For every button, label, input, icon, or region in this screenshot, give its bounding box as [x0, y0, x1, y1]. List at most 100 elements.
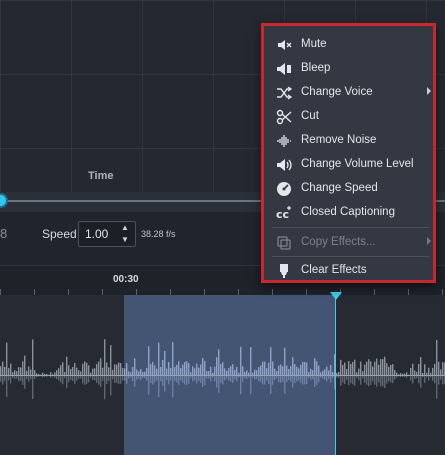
speed-decrement-icon[interactable]: ▼	[118, 234, 132, 245]
waveform-bar	[190, 372, 192, 375]
playhead-line[interactable]	[335, 297, 336, 455]
waveform-bar	[152, 361, 154, 375]
waveform-bar	[128, 371, 130, 375]
waveform-bar	[12, 376, 14, 378]
waveform-bar	[316, 376, 318, 385]
waveform-bar	[54, 372, 56, 375]
speed-value[interactable]: 1.00	[85, 227, 108, 241]
waveform-bar	[394, 376, 396, 380]
waveform-bar	[310, 376, 312, 380]
waveform-bar	[60, 376, 62, 383]
waveform-bar	[374, 376, 376, 385]
menu-item-clear-effects[interactable]: Clear Effects	[264, 259, 433, 283]
waveform-bar	[380, 376, 382, 387]
waveform-bar	[104, 376, 106, 400]
waveform-bar	[138, 371, 140, 375]
waveform-bar	[222, 376, 224, 385]
waveform-bar	[352, 376, 354, 385]
waveform-bar	[122, 376, 124, 381]
waveform-bar	[114, 364, 116, 375]
menu-item-change-volume[interactable]: Change Volume Level	[264, 153, 433, 177]
waveform-bar	[56, 376, 58, 380]
menu-item-closed-captioning[interactable]: cc Closed Captioning	[264, 201, 433, 225]
waveform-bar	[280, 376, 282, 383]
waveform-bar	[362, 371, 364, 375]
waveform-bar	[24, 355, 26, 375]
menu-item-change-voice[interactable]: Change Voice	[264, 81, 433, 105]
waveform-bar	[212, 372, 214, 375]
menu-item-mute[interactable]: Mute	[264, 33, 433, 57]
playhead-marker-icon[interactable]	[330, 292, 342, 300]
waveform-bar	[306, 376, 308, 385]
speaker-volume-icon	[277, 159, 292, 171]
waveform-bar	[2, 376, 4, 385]
waveform-bar	[344, 362, 346, 375]
waveform-bar	[210, 366, 212, 375]
waveform-bar	[372, 366, 374, 375]
waveform-bar	[350, 376, 352, 384]
waveform-bar	[194, 368, 196, 375]
waveform-bar	[18, 367, 20, 375]
waveform-bar	[192, 366, 194, 375]
waveform-bar	[160, 376, 162, 382]
waveform-bar	[82, 363, 84, 375]
waveform-bar	[74, 362, 76, 375]
waveform-bar	[370, 376, 372, 385]
menu-item-remove-noise[interactable]: Remove Noise	[264, 129, 433, 153]
waveform-bar	[184, 362, 186, 375]
waveform-bar	[236, 376, 238, 382]
waveform-bar	[382, 376, 384, 387]
speaker-mute-icon	[278, 40, 292, 50]
waveform-bar	[436, 340, 438, 375]
speed-increment-icon[interactable]: ▲	[118, 222, 132, 233]
waveform-bar	[42, 376, 44, 378]
waveform-bar	[76, 376, 78, 381]
waveform-bar	[294, 364, 296, 375]
waveform-bar	[16, 376, 18, 379]
submenu-arrow-icon	[427, 87, 431, 95]
noise-wave-icon	[277, 135, 291, 147]
waveform-bar	[376, 358, 378, 375]
waveform-bar	[182, 364, 184, 375]
waveform-bar	[168, 362, 170, 375]
waveform-bar	[188, 376, 190, 384]
waveform-bar	[166, 368, 168, 375]
waveform-bar	[432, 376, 434, 381]
waveform-bar	[142, 376, 144, 378]
waveform-bar	[346, 376, 348, 380]
waveform-bar	[228, 367, 230, 375]
waveform-bar	[356, 372, 358, 375]
waveform-bar	[200, 364, 202, 375]
waveform-bar	[258, 376, 260, 382]
menu-item-change-speed[interactable]: Change Speed	[264, 177, 433, 201]
waveform-bar	[354, 359, 356, 375]
waveform-bar	[406, 372, 408, 375]
waveform-bar	[234, 369, 236, 375]
waveform-bar	[278, 365, 280, 375]
waveform-bar	[348, 376, 350, 386]
waveform-bar	[114, 376, 116, 383]
waveform-bar	[46, 373, 48, 375]
waveform-bar	[380, 359, 382, 375]
waveform-bar	[194, 376, 196, 381]
menu-item-cut[interactable]: Cut	[264, 105, 433, 129]
waveform-bar	[302, 361, 304, 375]
waveform-bar	[10, 363, 12, 375]
cc-icon: cc	[276, 206, 291, 221]
waveform-bar	[356, 376, 358, 378]
waveform-bar	[262, 376, 264, 385]
waveform-bar	[66, 356, 68, 375]
waveform-bar	[332, 371, 334, 375]
waveform-bar	[358, 368, 360, 375]
waveform-bar	[208, 376, 210, 379]
waveform-bar	[132, 367, 134, 375]
waveform-bar	[252, 376, 254, 378]
waveform-bar	[438, 376, 440, 385]
waveform-bar	[312, 376, 314, 380]
waveform-bar	[8, 376, 10, 381]
menu-item-bleep[interactable]: Bleep	[264, 57, 433, 81]
waveform-bar	[98, 361, 100, 375]
waveform-bar	[388, 376, 390, 382]
waveform-bar	[96, 376, 98, 384]
waveform-bar	[180, 368, 182, 375]
